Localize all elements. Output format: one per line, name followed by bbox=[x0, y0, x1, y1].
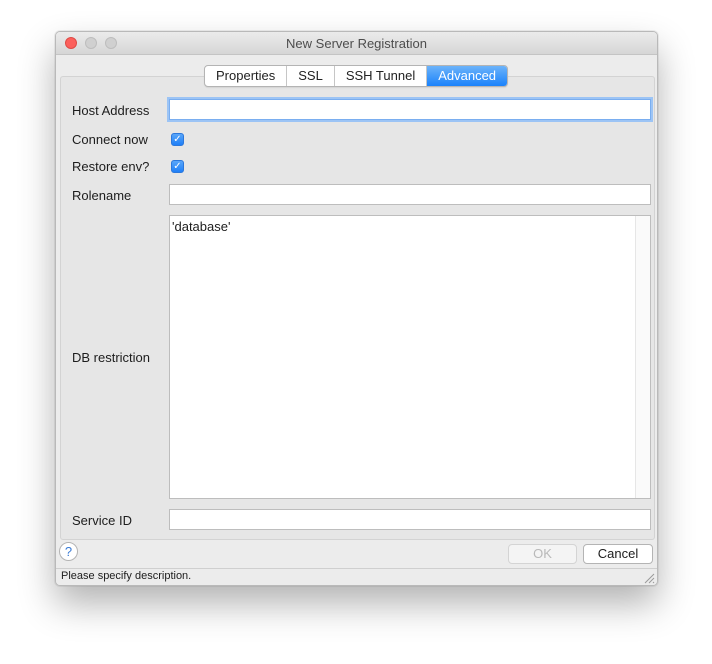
question-icon: ? bbox=[64, 544, 73, 559]
db-restriction-textarea[interactable]: 'database' bbox=[169, 215, 651, 499]
status-message: Please specify description. bbox=[61, 570, 192, 582]
dialog-window: New Server Registration Host Address Con… bbox=[55, 31, 658, 586]
tab-ssh-tunnel[interactable]: SSH Tunnel bbox=[335, 66, 428, 86]
tab-properties[interactable]: Properties bbox=[205, 66, 288, 86]
tab-bar: Properties SSL SSH Tunnel Advanced bbox=[204, 65, 509, 87]
db-restriction-label: DB restriction bbox=[72, 350, 151, 365]
service-id-input[interactable] bbox=[169, 509, 651, 530]
tab-ssl[interactable]: SSL bbox=[287, 66, 335, 86]
service-id-label: Service ID bbox=[72, 513, 132, 528]
db-restriction-value: 'database' bbox=[172, 219, 231, 234]
cancel-button[interactable]: Cancel bbox=[583, 544, 653, 564]
window-title: New Server Registration bbox=[286, 36, 427, 51]
restore-env-label: Restore env? bbox=[72, 159, 150, 174]
restore-env-checkbox[interactable]: ✓ bbox=[171, 160, 184, 173]
help-button[interactable]: ? bbox=[59, 542, 78, 561]
rolename-input[interactable] bbox=[169, 184, 651, 205]
check-icon: ✓ bbox=[173, 161, 182, 172]
advanced-panel: Host Address Connect now ✓ Restore env? … bbox=[60, 76, 655, 540]
db-restriction-scrollbar[interactable] bbox=[635, 216, 650, 498]
ok-button[interactable]: OK bbox=[508, 544, 577, 564]
resize-grip-icon[interactable] bbox=[644, 573, 655, 584]
title-bar[interactable]: New Server Registration bbox=[56, 32, 657, 55]
check-icon: ✓ bbox=[173, 134, 182, 145]
tab-advanced[interactable]: Advanced bbox=[427, 66, 508, 86]
host-address-input[interactable] bbox=[169, 99, 651, 120]
connect-now-checkbox[interactable]: ✓ bbox=[171, 133, 184, 146]
status-bar: Please specify description. bbox=[56, 568, 657, 585]
connect-now-label: Connect now bbox=[72, 132, 148, 147]
host-address-label: Host Address bbox=[72, 103, 150, 118]
rolename-label: Rolename bbox=[72, 188, 132, 203]
